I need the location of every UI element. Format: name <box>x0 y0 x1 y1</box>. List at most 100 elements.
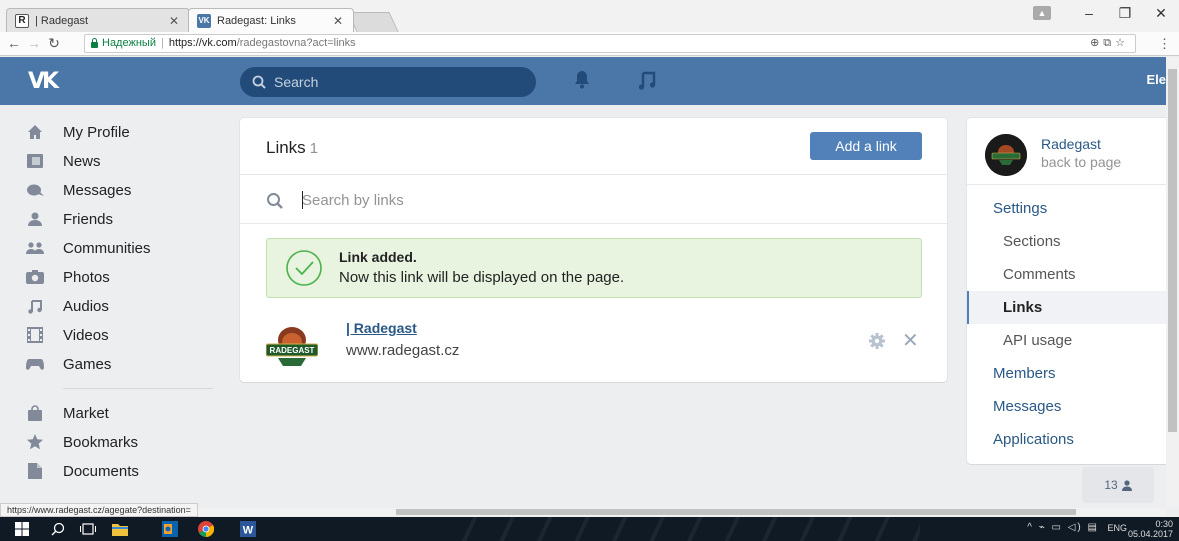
browser-menu-icon[interactable]: ⋮ <box>1158 36 1171 52</box>
maximize-icon[interactable]: ❐ <box>1107 0 1143 26</box>
add-link-button[interactable]: Add a link <box>810 132 922 160</box>
vertical-scrollbar[interactable] <box>1166 57 1179 507</box>
menu-divider <box>967 184 1166 185</box>
reload-icon[interactable]: ↻ <box>46 35 62 51</box>
gamepad-icon <box>26 355 44 373</box>
browser-profile-icon[interactable]: ▲ <box>1033 6 1051 20</box>
nav-item-communities[interactable]: Communities <box>0 234 232 262</box>
nav-item-label: Friends <box>63 210 114 228</box>
communities-icon <box>26 239 44 257</box>
search-icon[interactable] <box>50 521 66 537</box>
success-notice: Link added. Now this link will be displa… <box>266 238 922 298</box>
link-title[interactable]: | Radegast <box>346 320 417 336</box>
nav-item-messages[interactable]: Messages <box>0 176 232 204</box>
address-bar[interactable]: Надежный | https://vk.com /radegastovna?… <box>84 34 1136 53</box>
task-view-icon[interactable] <box>80 521 96 537</box>
delete-link-icon[interactable]: ✕ <box>902 328 919 353</box>
nav-item-label: Photos <box>63 268 110 286</box>
search-links-input[interactable] <box>302 188 902 212</box>
online-friends-counter[interactable]: 13 <box>1082 467 1154 503</box>
nav-item-documents[interactable]: Documents <box>0 457 232 485</box>
person-icon <box>1121 479 1132 491</box>
messages-icon <box>26 181 44 199</box>
input-language[interactable]: ENG <box>1107 523 1127 533</box>
music-icon[interactable] <box>638 69 656 91</box>
bell-icon[interactable] <box>573 69 591 91</box>
chrome-icon[interactable] <box>198 521 214 537</box>
vertical-scroll-thumb[interactable] <box>1168 69 1177 432</box>
browser-toolbar: ← → ↻ Надежный | https://vk.com /radegas… <box>0 32 1179 56</box>
nav-item-label: News <box>63 152 101 170</box>
nav-item-bookmarks[interactable]: Bookmarks <box>0 428 232 456</box>
links-panel: Links1 Add a link Link added. Now this l… <box>240 118 947 382</box>
text-caret <box>302 191 303 209</box>
document-icon <box>26 462 44 480</box>
horizontal-scroll-thumb[interactable] <box>396 509 1076 515</box>
menu-item-api-usage[interactable]: API usage <box>967 324 1166 357</box>
back-arrow-icon[interactable]: ← <box>6 35 22 51</box>
browser-tab-links[interactable]: VK Radegast: Links ✕ <box>188 8 354 32</box>
nav-item-my-profile[interactable]: My Profile <box>0 118 232 146</box>
nav-item-friends[interactable]: Friends <box>0 205 232 233</box>
outlook-icon[interactable] <box>162 521 178 537</box>
tab-title: Radegast: Links <box>217 14 296 27</box>
vk-favicon-icon: VK <box>197 13 211 28</box>
nav-item-label: Market <box>63 404 109 422</box>
music-icon <box>26 297 44 315</box>
word-icon[interactable]: W <box>240 521 256 537</box>
links-search-row <box>240 176 947 224</box>
nav-item-label: Audios <box>63 297 109 315</box>
online-count: 13 <box>1104 478 1118 492</box>
menu-item-applications[interactable]: Applications <box>967 423 1166 456</box>
menu-item-members[interactable]: Members <box>967 357 1166 390</box>
vk-logo[interactable]: VK <box>28 69 59 94</box>
menu-item-sections[interactable]: Sections <box>967 225 1166 258</box>
browser-titlebar: R | Radegast ✕ VK Radegast: Links ✕ ▲ – … <box>0 0 1179 32</box>
link-url: www.radegast.cz <box>346 342 460 359</box>
nav-item-videos[interactable]: Videos <box>0 321 232 349</box>
community-name[interactable]: Radegast <box>1041 136 1101 152</box>
browser-tab-radegast[interactable]: R | Radegast ✕ <box>6 8 190 32</box>
close-tab-icon[interactable]: ✕ <box>169 9 179 33</box>
menu-item-messages[interactable]: Messages <box>967 390 1166 423</box>
menu-item-comments[interactable]: Comments <box>967 258 1166 291</box>
close-window-icon[interactable]: ✕ <box>1143 0 1179 26</box>
user-name[interactable]: Ele <box>1146 72 1166 87</box>
header-search-input[interactable]: Search <box>240 67 536 97</box>
nav-item-news[interactable]: News <box>0 147 232 175</box>
link-item: RADEGAST | Radegast www.radegast.cz ✕ <box>266 318 922 370</box>
gear-icon[interactable] <box>868 332 886 350</box>
radegast-logo-text: RADEGAST <box>270 346 315 355</box>
system-tray-icons[interactable]: ^ ⌁ ▭ ◁) ▤ <box>1027 522 1099 533</box>
nav-item-games[interactable]: Games <box>0 350 232 378</box>
back-to-page-link[interactable]: back to page <box>1041 154 1121 170</box>
nav-item-audios[interactable]: Audios <box>0 292 232 320</box>
nav-item-label: Games <box>63 355 112 373</box>
new-tab-button[interactable] <box>347 12 399 32</box>
bag-icon <box>26 404 44 422</box>
notice-title: Link added. <box>339 249 417 265</box>
url-path: /radegastovna?act=links <box>236 37 356 49</box>
nav-item-label: My Profile <box>63 123 130 141</box>
windows-start-icon[interactable] <box>14 521 30 537</box>
clock-time: 0:30 <box>1155 519 1173 529</box>
menu-item-settings[interactable]: Settings <box>967 192 1166 225</box>
zoom-translate-star-icons[interactable]: ⊕⧉☆ <box>1090 35 1129 52</box>
menu-item-links[interactable]: Links <box>967 291 1166 324</box>
secure-label: Надежный <box>102 37 156 49</box>
window-controls: – ❐ ✕ <box>1071 0 1179 26</box>
radegast-logo[interactable]: RADEGAST <box>266 320 318 370</box>
checkmark-circle-icon <box>286 250 322 286</box>
taskbar-clock[interactable]: 0:30 05.04.2017 <box>1128 519 1173 539</box>
friends-icon <box>26 210 44 228</box>
community-avatar[interactable] <box>985 134 1027 176</box>
nav-divider <box>63 388 213 389</box>
file-explorer-icon[interactable] <box>112 521 128 537</box>
nav-item-market[interactable]: Market <box>0 399 232 427</box>
page-title: Links 1 <box>266 138 318 158</box>
nav-item-photos[interactable]: Photos <box>0 263 232 291</box>
forward-arrow-icon[interactable]: → <box>26 35 42 51</box>
minimize-icon[interactable]: – <box>1071 0 1107 26</box>
camera-icon <box>26 268 44 286</box>
close-tab-icon[interactable]: ✕ <box>333 9 343 33</box>
